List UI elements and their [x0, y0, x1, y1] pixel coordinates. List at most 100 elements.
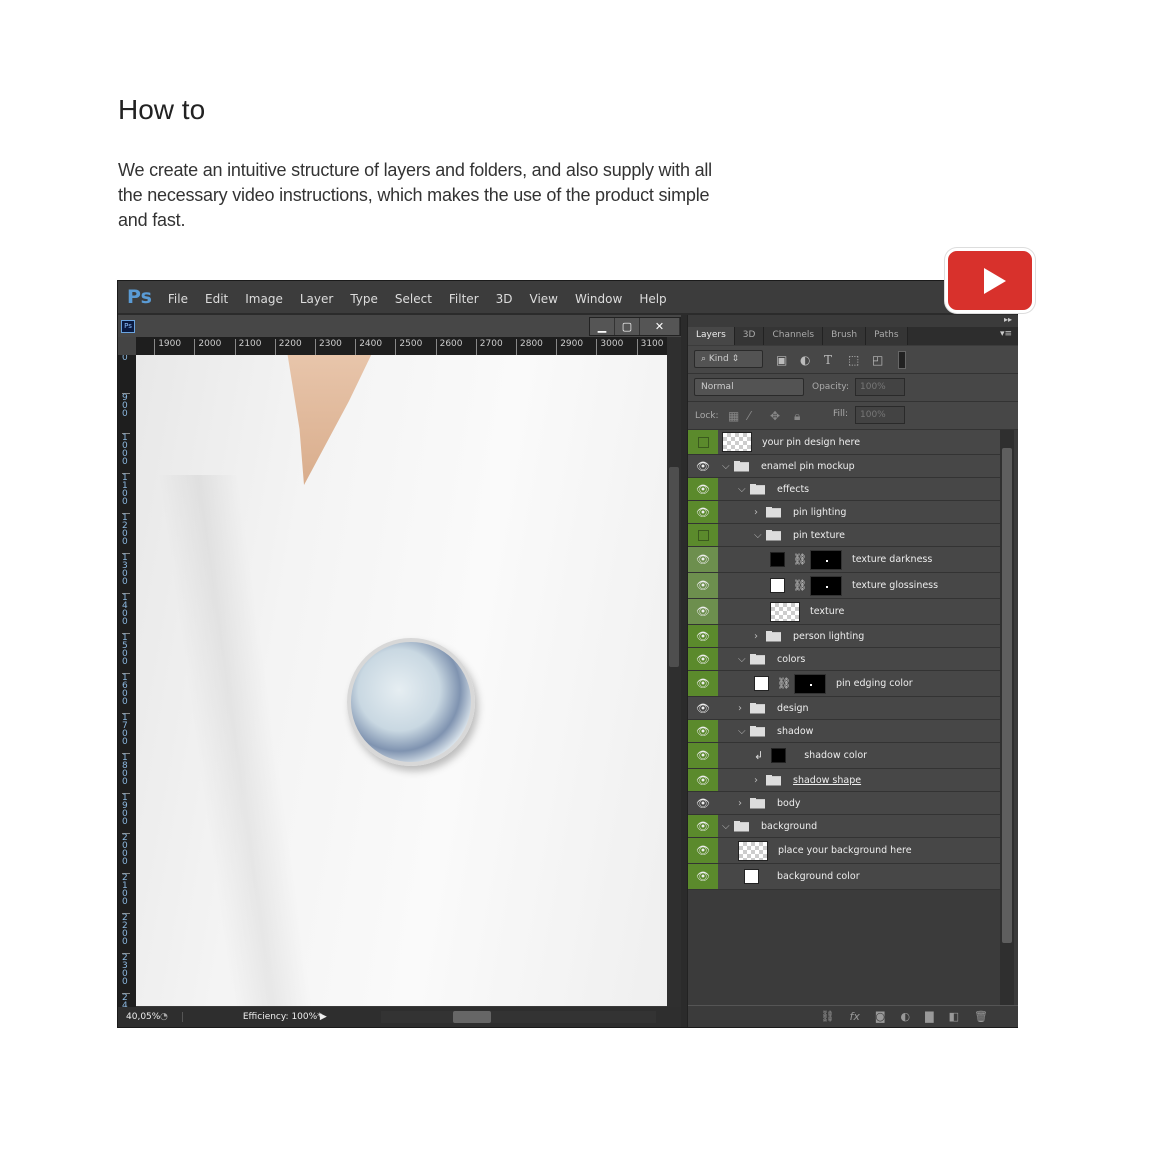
lock-move-icon[interactable]: ✥ — [770, 409, 780, 423]
image-filter-icon[interactable]: ▣ — [776, 353, 787, 367]
shape-filter-icon[interactable]: ⬚ — [848, 353, 859, 367]
chevron-down-icon[interactable]: ⌵ — [722, 461, 734, 472]
layer-row[interactable]: ⌵ pin texture — [688, 524, 1000, 547]
layer-row[interactable]: 👁︎ ⛓ texture glossiness — [688, 573, 1000, 599]
visibility-toggle[interactable] — [688, 524, 718, 546]
chevron-down-icon[interactable]: ⌵ — [738, 484, 750, 495]
eye-icon[interactable]: 👁︎ — [688, 648, 718, 670]
menu-help[interactable]: Help — [639, 292, 666, 306]
new-layer-icon[interactable]: ◧ — [949, 1010, 959, 1023]
menu-select[interactable]: Select — [395, 292, 432, 306]
eye-icon[interactable]: 👁︎ — [688, 838, 718, 863]
layer-row[interactable]: 👁︎ ⌵ shadow — [688, 720, 1000, 743]
vertical-scrollbar[interactable] — [667, 337, 681, 1007]
fx-icon[interactable]: fx — [849, 1010, 859, 1023]
clock-icon[interactable]: ◔ — [160, 1012, 168, 1022]
eye-icon[interactable]: 👁︎ — [688, 573, 718, 598]
layer-row[interactable]: 👁︎ place your background here — [688, 838, 1000, 864]
layers-scrollbar[interactable] — [1000, 430, 1014, 1010]
layer-row[interactable]: 👁︎ ⛓ texture darkness — [688, 547, 1000, 573]
new-group-icon[interactable]: ▇ — [925, 1010, 933, 1023]
zoom-level[interactable]: 40,05% — [118, 1012, 160, 1022]
layer-row[interactable]: 👁︎ ⛓ pin edging color — [688, 671, 1000, 697]
link-icon[interactable]: ⛓ — [777, 677, 791, 690]
blend-mode-select[interactable]: Normal — [694, 378, 804, 396]
layer-row[interactable]: your pin design here — [688, 430, 1000, 455]
lock-transparent-icon[interactable]: ▦ — [728, 409, 739, 423]
menu-window[interactable]: Window — [575, 292, 622, 306]
layer-row[interactable]: 👁︎ › pin lighting — [688, 501, 1000, 524]
menu-filter[interactable]: Filter — [449, 292, 479, 306]
type-filter-icon[interactable]: T — [824, 353, 832, 367]
link-icon[interactable]: ⛓ — [793, 579, 807, 592]
minimize-button[interactable]: ▁ — [590, 318, 615, 335]
eye-icon[interactable]: 👁︎ — [688, 815, 718, 837]
tab-brush[interactable]: Brush — [823, 327, 867, 345]
layer-row[interactable]: 👁︎ › shadow shape — [688, 769, 1000, 792]
chevron-down-icon[interactable]: ⌵ — [738, 654, 750, 665]
chevron-down-icon[interactable]: ⌵ — [754, 530, 766, 541]
adjustment-icon[interactable]: ◐ — [901, 1010, 911, 1023]
menu-file[interactable]: File — [168, 292, 188, 306]
youtube-play-button[interactable] — [945, 248, 1035, 313]
tab-paths[interactable]: Paths — [866, 327, 908, 345]
eye-icon[interactable]: 👁︎ — [688, 671, 718, 696]
layer-row[interactable]: 👁︎ › person lighting — [688, 625, 1000, 648]
panel-menu-icon[interactable]: ▾≡ — [1000, 329, 1012, 339]
tab-3d[interactable]: 3D — [734, 327, 765, 345]
fill-input[interactable]: 100% — [855, 406, 905, 424]
lock-all-icon[interactable]: 🔒︎ — [794, 409, 800, 424]
menu-type[interactable]: Type — [350, 292, 378, 306]
efficiency[interactable]: Efficiency: 100%* — [181, 1012, 322, 1022]
chevron-down-icon[interactable]: ⌵ — [722, 821, 734, 832]
eye-icon[interactable]: 👁︎ — [688, 599, 718, 624]
tab-channels[interactable]: Channels — [764, 327, 824, 345]
tab-layers[interactable]: Layers — [688, 327, 735, 345]
chevron-right-icon[interactable]: › — [754, 631, 766, 642]
menu-view[interactable]: View — [530, 292, 558, 306]
layer-row[interactable]: 👁︎ ↲ shadow color — [688, 743, 1000, 769]
layer-row[interactable]: 👁︎ › body — [688, 792, 1000, 815]
chevron-right-icon[interactable]: › — [754, 507, 766, 518]
eye-icon[interactable]: 👁︎ — [688, 547, 718, 572]
scroll-thumb[interactable] — [453, 1011, 491, 1023]
scroll-thumb[interactable] — [1002, 448, 1012, 943]
eye-icon[interactable]: 👁︎ — [688, 455, 718, 477]
menu-edit[interactable]: Edit — [205, 292, 228, 306]
opacity-input[interactable]: 100% — [855, 378, 905, 396]
mask-icon[interactable]: ◙ — [875, 1010, 886, 1023]
layer-row[interactable]: 👁︎ ⌵ enamel pin mockup — [688, 455, 1000, 478]
play-icon[interactable]: ▶ — [320, 1012, 327, 1022]
chevron-down-icon[interactable]: ⌵ — [738, 726, 750, 737]
visibility-toggle[interactable] — [688, 430, 718, 454]
horizontal-scrollbar[interactable] — [381, 1011, 656, 1023]
eye-icon[interactable]: 👁︎ — [688, 697, 718, 719]
trash-icon[interactable]: 🗑︎ — [974, 1010, 988, 1023]
scroll-thumb[interactable] — [669, 467, 679, 667]
chevron-right-icon[interactable]: › — [738, 798, 750, 809]
eye-icon[interactable]: 👁︎ — [688, 792, 718, 814]
smart-object-filter-icon[interactable]: ◰ — [872, 353, 883, 367]
filter-kind-select[interactable]: ⌕ Kind ⇕ — [694, 350, 763, 368]
eye-icon[interactable]: 👁︎ — [688, 501, 718, 523]
layer-row[interactable]: 👁︎ › design — [688, 697, 1000, 720]
eye-icon[interactable]: 👁︎ — [688, 478, 718, 500]
maximize-button[interactable]: ▢ — [615, 318, 640, 335]
chevron-right-icon[interactable]: › — [738, 703, 750, 714]
eye-icon[interactable]: 👁︎ — [688, 743, 718, 768]
layer-row[interactable]: 👁︎ ⌵ background — [688, 815, 1000, 838]
adjustment-filter-icon[interactable]: ◐ — [800, 353, 810, 367]
link-icon[interactable]: ⛓ — [793, 553, 807, 566]
layer-row[interactable]: 👁︎ ⌵ colors — [688, 648, 1000, 671]
layer-row[interactable]: 👁︎ background color — [688, 864, 1000, 890]
menu-layer[interactable]: Layer — [300, 292, 333, 306]
eye-icon[interactable]: 👁︎ — [688, 864, 718, 889]
eye-icon[interactable]: 👁︎ — [688, 720, 718, 742]
menu-3d[interactable]: 3D — [496, 292, 513, 306]
canvas-image[interactable] — [136, 355, 667, 1006]
layer-row[interactable]: 👁︎ ⌵ effects — [688, 478, 1000, 501]
chevron-right-icon[interactable]: › — [754, 775, 766, 786]
lock-brush-icon[interactable]: ⁄ — [748, 409, 750, 423]
close-button[interactable]: ✕ — [640, 318, 680, 335]
link-icon[interactable]: ⛓ — [821, 1010, 835, 1023]
